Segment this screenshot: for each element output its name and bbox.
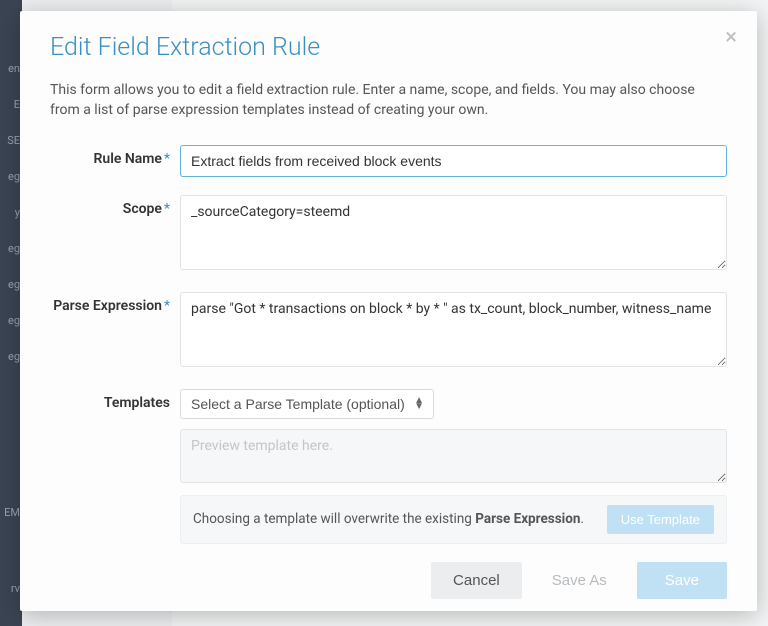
template-preview-textarea[interactable]	[180, 429, 727, 483]
app-sidebar-fragment: en E SE eg y eg eg eg eg EM rv	[0, 0, 22, 626]
scope-textarea[interactable]: _sourceCategory=steemd	[180, 195, 727, 270]
template-info-text: Choosing a template will overwrite the e…	[193, 511, 584, 527]
template-info-bar: Choosing a template will overwrite the e…	[180, 495, 727, 544]
rule-name-input[interactable]	[180, 145, 727, 177]
cancel-button[interactable]: Cancel	[431, 562, 522, 599]
save-as-button[interactable]: Save As	[530, 562, 629, 599]
modal-title: Edit Field Extraction Rule	[50, 33, 727, 62]
template-select[interactable]: Select a Parse Template (optional)	[180, 389, 434, 419]
use-template-button[interactable]: Use Template	[607, 505, 714, 534]
edit-rule-modal: × Edit Field Extraction Rule This form a…	[20, 11, 757, 611]
templates-label: Templates	[50, 389, 180, 544]
parse-expression-textarea[interactable]: parse "Got * transactions on block * by …	[180, 292, 727, 367]
rule-name-label: Rule Name*	[50, 145, 180, 177]
save-button[interactable]: Save	[637, 562, 727, 599]
modal-footer: Cancel Save As Save	[431, 562, 727, 599]
close-icon[interactable]: ×	[725, 27, 737, 49]
scope-label: Scope*	[50, 195, 180, 274]
parse-expression-label: Parse Expression*	[50, 292, 180, 371]
modal-description: This form allows you to edit a field ext…	[50, 80, 727, 121]
